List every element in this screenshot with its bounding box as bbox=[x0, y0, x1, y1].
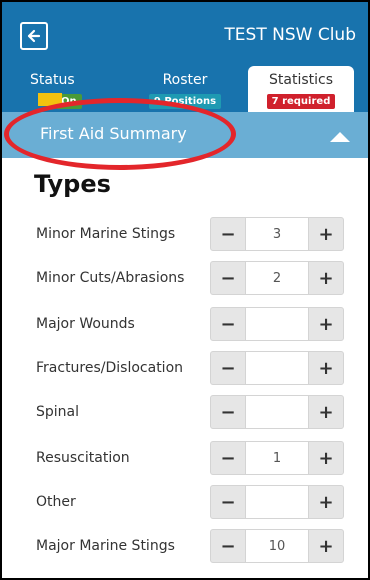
decrement-button[interactable]: − bbox=[210, 485, 246, 519]
quantity-stepper: − 2 + bbox=[210, 261, 344, 295]
list-item: Spinal − + bbox=[2, 389, 368, 435]
decrement-button[interactable]: − bbox=[210, 441, 246, 475]
header-bar: TEST NSW Club bbox=[2, 2, 368, 66]
tab-status-label: Status bbox=[30, 72, 75, 88]
increment-button[interactable]: + bbox=[308, 307, 344, 341]
quantity-stepper: − 1 + bbox=[210, 441, 344, 475]
decrement-button[interactable]: − bbox=[210, 351, 246, 385]
list-item: Minor Cuts/Abrasions − 2 + bbox=[2, 255, 368, 301]
tab-roster-label: Roster bbox=[162, 72, 208, 88]
decrement-button[interactable]: − bbox=[210, 217, 246, 251]
row-label: Other bbox=[36, 494, 76, 510]
increment-button[interactable]: + bbox=[308, 485, 344, 519]
quantity-field[interactable] bbox=[246, 485, 308, 519]
list-item: Resuscitation − 1 + bbox=[2, 435, 368, 481]
quantity-stepper: − 3 + bbox=[210, 217, 344, 251]
tab-statistics[interactable]: Statistics 7 required bbox=[248, 66, 354, 112]
increment-button[interactable]: + bbox=[308, 395, 344, 429]
increment-button[interactable]: + bbox=[308, 441, 344, 475]
tab-status[interactable]: Status On bbox=[16, 66, 108, 112]
statistics-badge: 7 required bbox=[266, 94, 336, 109]
arrow-left-icon bbox=[27, 29, 41, 43]
increment-button[interactable]: + bbox=[308, 529, 344, 563]
decrement-button[interactable]: − bbox=[210, 529, 246, 563]
decrement-button[interactable]: − bbox=[210, 261, 246, 295]
back-button[interactable] bbox=[20, 22, 48, 50]
increment-button[interactable]: + bbox=[308, 351, 344, 385]
decrement-button[interactable]: − bbox=[210, 395, 246, 429]
caret-up-icon bbox=[330, 132, 350, 142]
quantity-stepper: − 10 + bbox=[210, 529, 344, 563]
list-item: Major Marine Stings − 10 + bbox=[2, 523, 368, 569]
row-label: Spinal bbox=[36, 404, 80, 420]
quantity-field[interactable]: 2 bbox=[246, 261, 308, 295]
list-item: Minor Marine Stings − 3 + bbox=[2, 211, 368, 257]
quantity-field[interactable]: 1 bbox=[246, 441, 308, 475]
first-aid-summary-header[interactable]: First Aid Summary bbox=[2, 112, 368, 158]
tab-roster[interactable]: Roster 9 Positions bbox=[140, 66, 230, 112]
list-item: Fractures/Dislocation − + bbox=[2, 345, 368, 391]
tab-statistics-label: Statistics bbox=[269, 72, 333, 88]
quantity-stepper: − + bbox=[210, 351, 344, 385]
app-frame: TEST NSW Club Status On Roster 9 Positio… bbox=[0, 0, 370, 580]
roster-badge: 9 Positions bbox=[148, 94, 222, 109]
row-label: Minor Marine Stings bbox=[36, 226, 176, 242]
decrement-button[interactable]: − bbox=[210, 307, 246, 341]
row-label: Fractures/Dislocation bbox=[36, 360, 184, 376]
status-indicator-yellow bbox=[38, 93, 62, 106]
increment-button[interactable]: + bbox=[308, 217, 344, 251]
row-label: Minor Cuts/Abrasions bbox=[36, 270, 185, 286]
row-label: Major Marine Stings bbox=[36, 538, 175, 554]
types-heading: Types bbox=[34, 170, 111, 198]
club-name: TEST NSW Club bbox=[224, 25, 356, 45]
quantity-field[interactable] bbox=[246, 395, 308, 429]
quantity-stepper: − + bbox=[210, 307, 344, 341]
row-label: Major Wounds bbox=[36, 316, 135, 332]
quantity-stepper: − + bbox=[210, 485, 344, 519]
increment-button[interactable]: + bbox=[308, 261, 344, 295]
quantity-field[interactable] bbox=[246, 307, 308, 341]
quantity-field[interactable]: 10 bbox=[246, 529, 308, 563]
section-title: First Aid Summary bbox=[40, 124, 187, 143]
quantity-field[interactable]: 3 bbox=[246, 217, 308, 251]
quantity-field[interactable] bbox=[246, 351, 308, 385]
list-item: Major Wounds − + bbox=[2, 301, 368, 347]
quantity-stepper: − + bbox=[210, 395, 344, 429]
row-label: Resuscitation bbox=[36, 450, 130, 466]
list-item: Other − + bbox=[2, 479, 368, 525]
